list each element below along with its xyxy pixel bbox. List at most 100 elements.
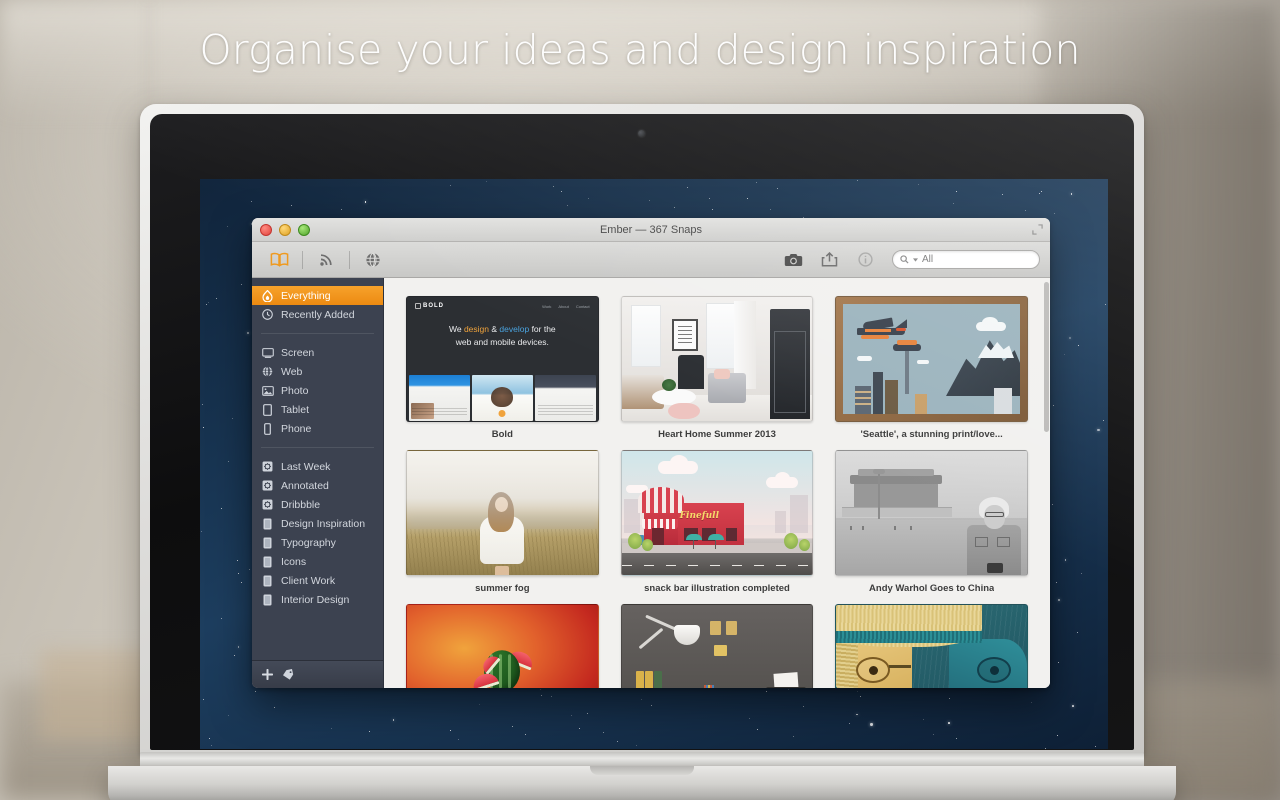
bold-portfolio-2 — [471, 375, 533, 421]
snap-item[interactable] — [620, 604, 814, 688]
sidebar-item-dribbble[interactable]: Dribbble — [252, 495, 383, 514]
sidebar-group: Last Week Annotated Dribbble Design Inspira… — [252, 455, 383, 611]
bold-hero-post: for the — [529, 324, 556, 334]
snap-thumbnail-seattle[interactable] — [835, 296, 1028, 422]
bold-portfolio-strip — [407, 375, 598, 421]
bold-site-nav: BOLD Work About Contact — [407, 297, 598, 315]
sidebar-item-interior-design[interactable]: Interior Design — [252, 590, 383, 609]
sidebar-item-label: Tablet — [281, 403, 310, 416]
sidebar-item-label: Dribbble — [281, 498, 321, 511]
snap-thumbnail-heart-home[interactable] — [620, 296, 814, 422]
toolbar-divider-2 — [349, 250, 350, 269]
info-icon[interactable] — [848, 247, 882, 273]
sidebar-item-screen[interactable]: Screen — [252, 343, 383, 362]
sidebar-item-label: Last Week — [281, 460, 331, 473]
sidebar-list: Everything Recently Added Screen Web Photo Ta… — [252, 278, 383, 660]
bold-portfolio-1 — [409, 375, 470, 421]
content-area[interactable]: BOLD Work About Contact We design & deve… — [384, 278, 1050, 688]
sidebar-group: Screen Web Photo Tablet Phone — [252, 341, 383, 440]
camera-icon[interactable] — [776, 247, 810, 273]
sidebar-item-photo[interactable]: Photo — [252, 381, 383, 400]
laptop-bezel: Ember — 367 Snaps All Everything Recentl… — [150, 114, 1134, 750]
sidebar-item-typography[interactable]: Typography — [252, 533, 383, 552]
search-input[interactable]: All — [892, 250, 1040, 269]
flame-icon — [261, 289, 274, 302]
sidebar-item-client-work[interactable]: Client Work — [252, 571, 383, 590]
snap-item[interactable]: summer fog — [406, 450, 599, 594]
window-titlebar: Ember — 367 Snaps — [252, 218, 1050, 242]
bold-nav-links: Work About Contact — [542, 304, 590, 309]
folder-icon — [261, 594, 274, 606]
snap-item[interactable]: Finefull snack bar illustration complete… — [620, 450, 814, 594]
sidebar-item-label: Typography — [281, 536, 336, 549]
sidebar-item-phone[interactable]: Phone — [252, 419, 383, 438]
snap-item[interactable]: Heart Home Summer 2013 — [620, 296, 814, 440]
sidebar-divider — [261, 333, 374, 334]
sidebar-item-tablet[interactable]: Tablet — [252, 400, 383, 419]
sidebar-group: Everything Recently Added — [252, 284, 383, 326]
snap-caption: snack bar illustration completed — [644, 583, 790, 594]
sidebar-item-label: Recently Added — [281, 308, 355, 321]
sidebar-divider — [261, 447, 374, 448]
snap-caption: Heart Home Summer 2013 — [658, 429, 776, 440]
snap-item[interactable]: BOLD Work About Contact We design & deve… — [406, 296, 599, 440]
snap-thumbnail-watermelon[interactable] — [406, 604, 599, 688]
sidebar-item-label: Client Work — [281, 574, 336, 587]
library-icon[interactable] — [262, 247, 296, 273]
laptop-notch — [590, 766, 694, 775]
snack-bar-sign: Finefull — [679, 511, 719, 521]
snap-caption: Andy Warhol Goes to China — [869, 583, 995, 594]
snap-thumbnail-portrait[interactable] — [835, 604, 1028, 688]
folder-icon — [261, 518, 274, 530]
bold-hero-design: design — [463, 324, 490, 334]
clock-icon — [261, 309, 274, 320]
bold-logo: BOLD — [415, 303, 444, 309]
webcam-icon — [638, 130, 645, 137]
photo-icon — [261, 385, 274, 396]
snap-item[interactable] — [406, 604, 599, 688]
snap-caption: Bold — [491, 429, 513, 440]
sidebar-item-label: Phone — [281, 422, 312, 435]
snap-thumbnail-snack-bar[interactable]: Finefull — [620, 450, 814, 576]
bold-hero-text: We design & develop for the web and mobi… — [407, 323, 598, 349]
snap-thumbnail-desk[interactable] — [620, 604, 814, 688]
bold-nav-link: Contact — [575, 303, 590, 309]
marketing-headline: Organise your ideas and design inspirati… — [199, 26, 1081, 74]
fullscreen-icon[interactable] — [1032, 224, 1043, 235]
sidebar-item-web[interactable]: Web — [252, 362, 383, 381]
snap-item[interactable]: 'Seattle', a stunning print/love... — [835, 296, 1028, 440]
snap-thumbnail-summer-fog[interactable] — [406, 450, 599, 576]
snap-thumbnail-bold[interactable]: BOLD Work About Contact We design & deve… — [406, 296, 599, 422]
sidebar-bottom-bar — [252, 660, 383, 688]
folder-icon — [261, 575, 274, 587]
snap-thumbnail-andy-warhol[interactable] — [835, 450, 1028, 576]
bold-portfolio-3 — [534, 375, 596, 421]
sidebar-item-label: Everything — [281, 289, 331, 302]
web-browser-icon[interactable] — [356, 247, 390, 273]
tablet-icon — [261, 403, 274, 416]
bold-hero-develop: develop — [499, 324, 530, 334]
rss-feeds-icon[interactable] — [309, 247, 343, 273]
plus-icon[interactable] — [262, 669, 273, 680]
laptop-lid: Ember — 367 Snaps All Everything Recentl… — [140, 104, 1144, 756]
sidebar-item-icons[interactable]: Icons — [252, 552, 383, 571]
sidebar-item-everything[interactable]: Everything — [252, 286, 383, 305]
snap-item[interactable] — [835, 604, 1028, 688]
snaps-grid: BOLD Work About Contact We design & deve… — [384, 278, 1050, 688]
sidebar-item-label: Annotated — [281, 479, 329, 492]
smart-folder-icon — [261, 461, 274, 472]
globe-icon — [261, 366, 274, 377]
search-scope-chevron-down-icon[interactable] — [913, 257, 918, 262]
folder-icon — [261, 556, 274, 568]
sidebar-item-label: Web — [281, 365, 303, 378]
sidebar-item-label: Interior Design — [281, 593, 350, 606]
sidebar-item-last-week[interactable]: Last Week — [252, 457, 383, 476]
snap-item[interactable]: Andy Warhol Goes to China — [835, 450, 1028, 594]
sidebar-item-design-inspiration[interactable]: Design Inspiration — [252, 514, 383, 533]
sidebar-item-recently-added[interactable]: Recently Added — [252, 305, 383, 324]
laptop-screen: Ember — 367 Snaps All Everything Recentl… — [200, 179, 1108, 749]
share-icon[interactable] — [812, 247, 846, 273]
tag-icon[interactable] — [282, 669, 294, 680]
sidebar-item-annotated[interactable]: Annotated — [252, 476, 383, 495]
content-scrollbar[interactable] — [1044, 282, 1049, 432]
